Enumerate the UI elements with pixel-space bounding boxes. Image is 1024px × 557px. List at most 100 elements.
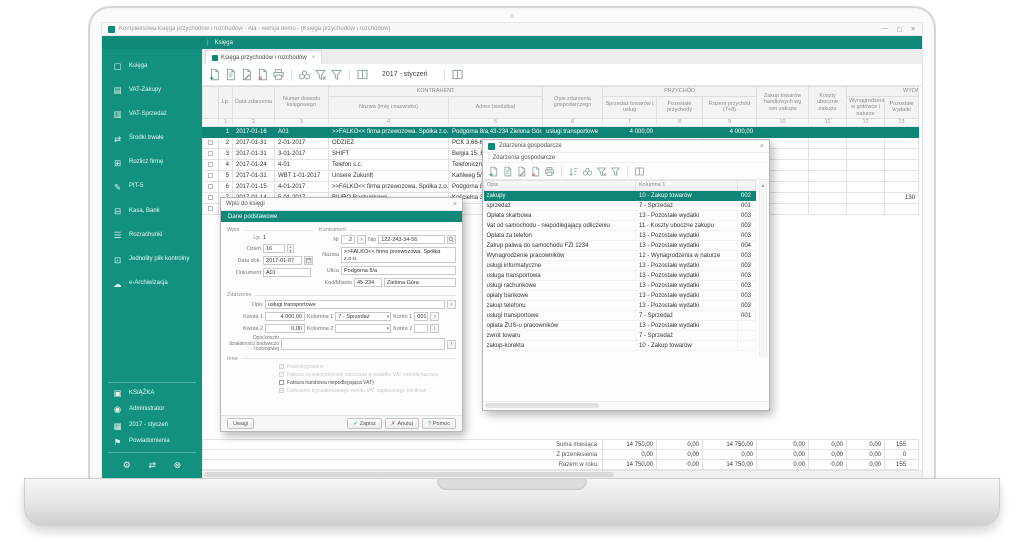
event-row[interactable]: Wynagrodzenie pracowników 12 - Wynagrodz… xyxy=(484,251,756,261)
sidebar-item-ksiega[interactable]: ▢Księga xyxy=(102,54,202,78)
ledger-row[interactable]: 1 2017-01-16 A01 >>FALKO<< firma przewoz… xyxy=(203,126,919,137)
day-field[interactable]: 16 xyxy=(263,244,285,253)
close-button[interactable]: ✕ xyxy=(911,25,916,33)
sidebar-item-ksiazka[interactable]: ▣KSIĄŻKA xyxy=(102,385,202,401)
minimize-button[interactable]: — xyxy=(882,25,889,33)
rd-cost-picker-button[interactable]: › xyxy=(447,340,456,349)
account1-picker-button[interactable]: › xyxy=(430,312,439,321)
city-field[interactable]: Zielona Góra xyxy=(384,278,456,287)
new-entry-icon[interactable] xyxy=(208,68,221,81)
event-row[interactable]: Zakup paliwa do samochodu FZI 1234 13 - … xyxy=(484,241,756,251)
sidebar-item-rozrachunki[interactable]: ☰Rozrachunki xyxy=(102,223,202,247)
row-select-checkbox[interactable] xyxy=(203,181,219,192)
contractor-name-field[interactable]: >>FALKO<< firma przewozowa. Spółka z.o.o… xyxy=(341,247,456,263)
events-dialog-titlebar[interactable]: Zdarzenia gospodarcze × xyxy=(483,140,769,153)
sidebar-item-srodki-trwale[interactable]: ⇄Środki trwałe xyxy=(102,127,202,151)
row-select-checkbox[interactable] xyxy=(203,137,219,148)
event-row[interactable]: opłata ZUS-u pracowników 13 - Pozostałe … xyxy=(484,321,756,331)
amount2-field[interactable]: 0,00 xyxy=(265,324,305,333)
events-menu-item[interactable]: Zdarzenia gospodarcze xyxy=(493,155,556,161)
event-row[interactable]: zakup telefonu 13 - Pozostałe wydatki 00… xyxy=(484,301,756,311)
option-checkbox[interactable]: Odliczenie zryczałtowanego zwrotu VAT za… xyxy=(279,388,456,394)
checkbox-icon[interactable] xyxy=(279,372,284,377)
postal-code-field[interactable]: 45-234 xyxy=(354,278,382,287)
sidebar-item-kasa-bank[interactable]: ⊟Kasa, Bank xyxy=(102,199,202,223)
sidebar-item-powiadomienia[interactable]: ⚑Powiadomienia xyxy=(102,434,202,450)
event-row[interactable]: zakupy 10 - Zakup towarów 002 xyxy=(484,191,756,201)
search-binoculars-icon[interactable] xyxy=(582,166,593,177)
event-row[interactable]: zakup-korekta 10 - Zakup towarów xyxy=(484,341,756,351)
event-picker-button[interactable]: › xyxy=(447,300,456,309)
checkbox-icon[interactable] xyxy=(279,388,284,393)
sidebar-item-earchiwizacja[interactable]: ☁e-Archiwizacja xyxy=(102,272,202,296)
nip-field[interactable]: 122-243-34-56 xyxy=(378,235,445,244)
event-row[interactable]: usługi transportowe 7 - Sprzedaż 001 xyxy=(484,311,756,321)
print-icon[interactable] xyxy=(272,68,285,81)
edit-event-icon[interactable] xyxy=(516,166,527,177)
sidebar-item-administrator[interactable]: ◉Administrator xyxy=(102,401,202,417)
cancel-button[interactable]: ✗Anuluj xyxy=(385,418,419,429)
contractor-next-button[interactable]: › xyxy=(357,235,366,244)
sidebar-item-rozlicz-firme[interactable]: ⊞Rozlicz firmę xyxy=(102,151,202,175)
event-row[interactable]: usługi rachunkowe 13 - Pozostałe wydatki… xyxy=(484,281,756,291)
vertical-scrollbar[interactable]: ▲ xyxy=(759,181,767,357)
columns-icon[interactable] xyxy=(356,68,369,81)
menu-item-ksiega[interactable]: Księga xyxy=(210,40,238,46)
copy-entry-icon[interactable] xyxy=(224,68,237,81)
option-checkbox[interactable]: Faktura za wierzytelności rozliczane w p… xyxy=(279,372,456,378)
print-icon[interactable] xyxy=(544,166,555,177)
sidebar-item-jpk[interactable]: ⊡Jednolity plik kontrolny xyxy=(102,248,202,272)
document-field[interactable]: A01 xyxy=(263,268,311,277)
sort-icon[interactable] xyxy=(568,166,579,177)
close-icon[interactable]: × xyxy=(760,143,764,150)
filter-icon[interactable] xyxy=(330,68,343,81)
column1-select[interactable]: 7 - Sprzedaż▾ xyxy=(335,312,391,321)
help-button[interactable]: ?Pomoc xyxy=(422,418,456,429)
row-select-checkbox[interactable] xyxy=(203,170,219,181)
event-row[interactable]: usługi informatyczne 13 - Pozostałe wyda… xyxy=(484,261,756,271)
sidebar-item-vat-sprzedaz[interactable]: ▥VAT-Sprzedaż xyxy=(102,102,202,126)
edit-entry-icon[interactable] xyxy=(240,68,253,81)
delete-entry-icon[interactable] xyxy=(256,68,269,81)
tab-close-icon[interactable]: × xyxy=(312,55,316,61)
maximize-button[interactable]: ▢ xyxy=(896,25,902,33)
copy-event-icon[interactable] xyxy=(502,166,513,177)
layout-columns-icon[interactable] xyxy=(451,68,464,81)
delete-event-icon[interactable] xyxy=(530,166,541,177)
settings-gear-icon[interactable]: ⚙ xyxy=(123,460,131,471)
scrollbar-thumb[interactable] xyxy=(485,403,599,408)
columns-icon[interactable] xyxy=(634,166,645,177)
switch-arrows-icon[interactable]: ⇄ xyxy=(148,460,156,471)
notes-button[interactable]: Uwagi xyxy=(227,418,254,429)
event-row[interactable]: sprzedaż 7 - Sprzedaż 001 xyxy=(484,201,756,211)
events-horizontal-scrollbar[interactable] xyxy=(483,401,769,410)
day-spinner[interactable]: ▴▾ xyxy=(287,244,294,253)
row-select-checkbox[interactable] xyxy=(203,203,219,214)
option-checkbox[interactable]: Faktura handlowa niepodlegająca VAT) xyxy=(279,380,456,386)
doc-date-field[interactable]: 2017-01-07 xyxy=(263,256,302,265)
sidebar-item-pit5[interactable]: ✎PIT-5 xyxy=(102,175,202,199)
account2-picker-button[interactable]: › xyxy=(430,324,439,333)
clear-filter-icon[interactable] xyxy=(596,166,607,177)
new-event-icon[interactable] xyxy=(488,166,499,177)
event-row[interactable]: zwrot towaru 7 - Sprzedaż xyxy=(484,331,756,341)
tab-dane-podstawowe[interactable]: Dane podstawowe xyxy=(221,211,462,222)
event-description-field[interactable]: usługi transportowe xyxy=(265,300,445,309)
period-label[interactable]: 2017 - styczeń xyxy=(382,71,428,78)
amount1-field[interactable]: 4 000,00 xyxy=(265,312,305,321)
row-select-checkbox[interactable] xyxy=(203,148,219,159)
account1-field[interactable]: 001 xyxy=(414,312,428,321)
account2-field[interactable] xyxy=(414,324,428,333)
row-select-checkbox[interactable] xyxy=(203,192,219,203)
street-field[interactable]: Podgórna 8/a xyxy=(341,266,456,275)
filter-icon[interactable] xyxy=(610,166,621,177)
contractor-number-field[interactable]: 2 xyxy=(341,235,355,244)
sidebar-item-period[interactable]: ▦2017 - styczeń xyxy=(102,418,202,434)
exit-icon[interactable]: ⊗ xyxy=(174,460,182,471)
event-row[interactable]: Opłata za telefon 13 - Pozostałe wydatki… xyxy=(484,231,756,241)
calendar-picker-button[interactable] xyxy=(304,256,313,265)
row-select-checkbox[interactable] xyxy=(203,126,219,137)
search-binoculars-icon[interactable] xyxy=(298,68,311,81)
close-icon[interactable]: × xyxy=(453,201,457,208)
tab-ksiega[interactable]: Księga przychodów i rozchodów × xyxy=(205,50,322,64)
